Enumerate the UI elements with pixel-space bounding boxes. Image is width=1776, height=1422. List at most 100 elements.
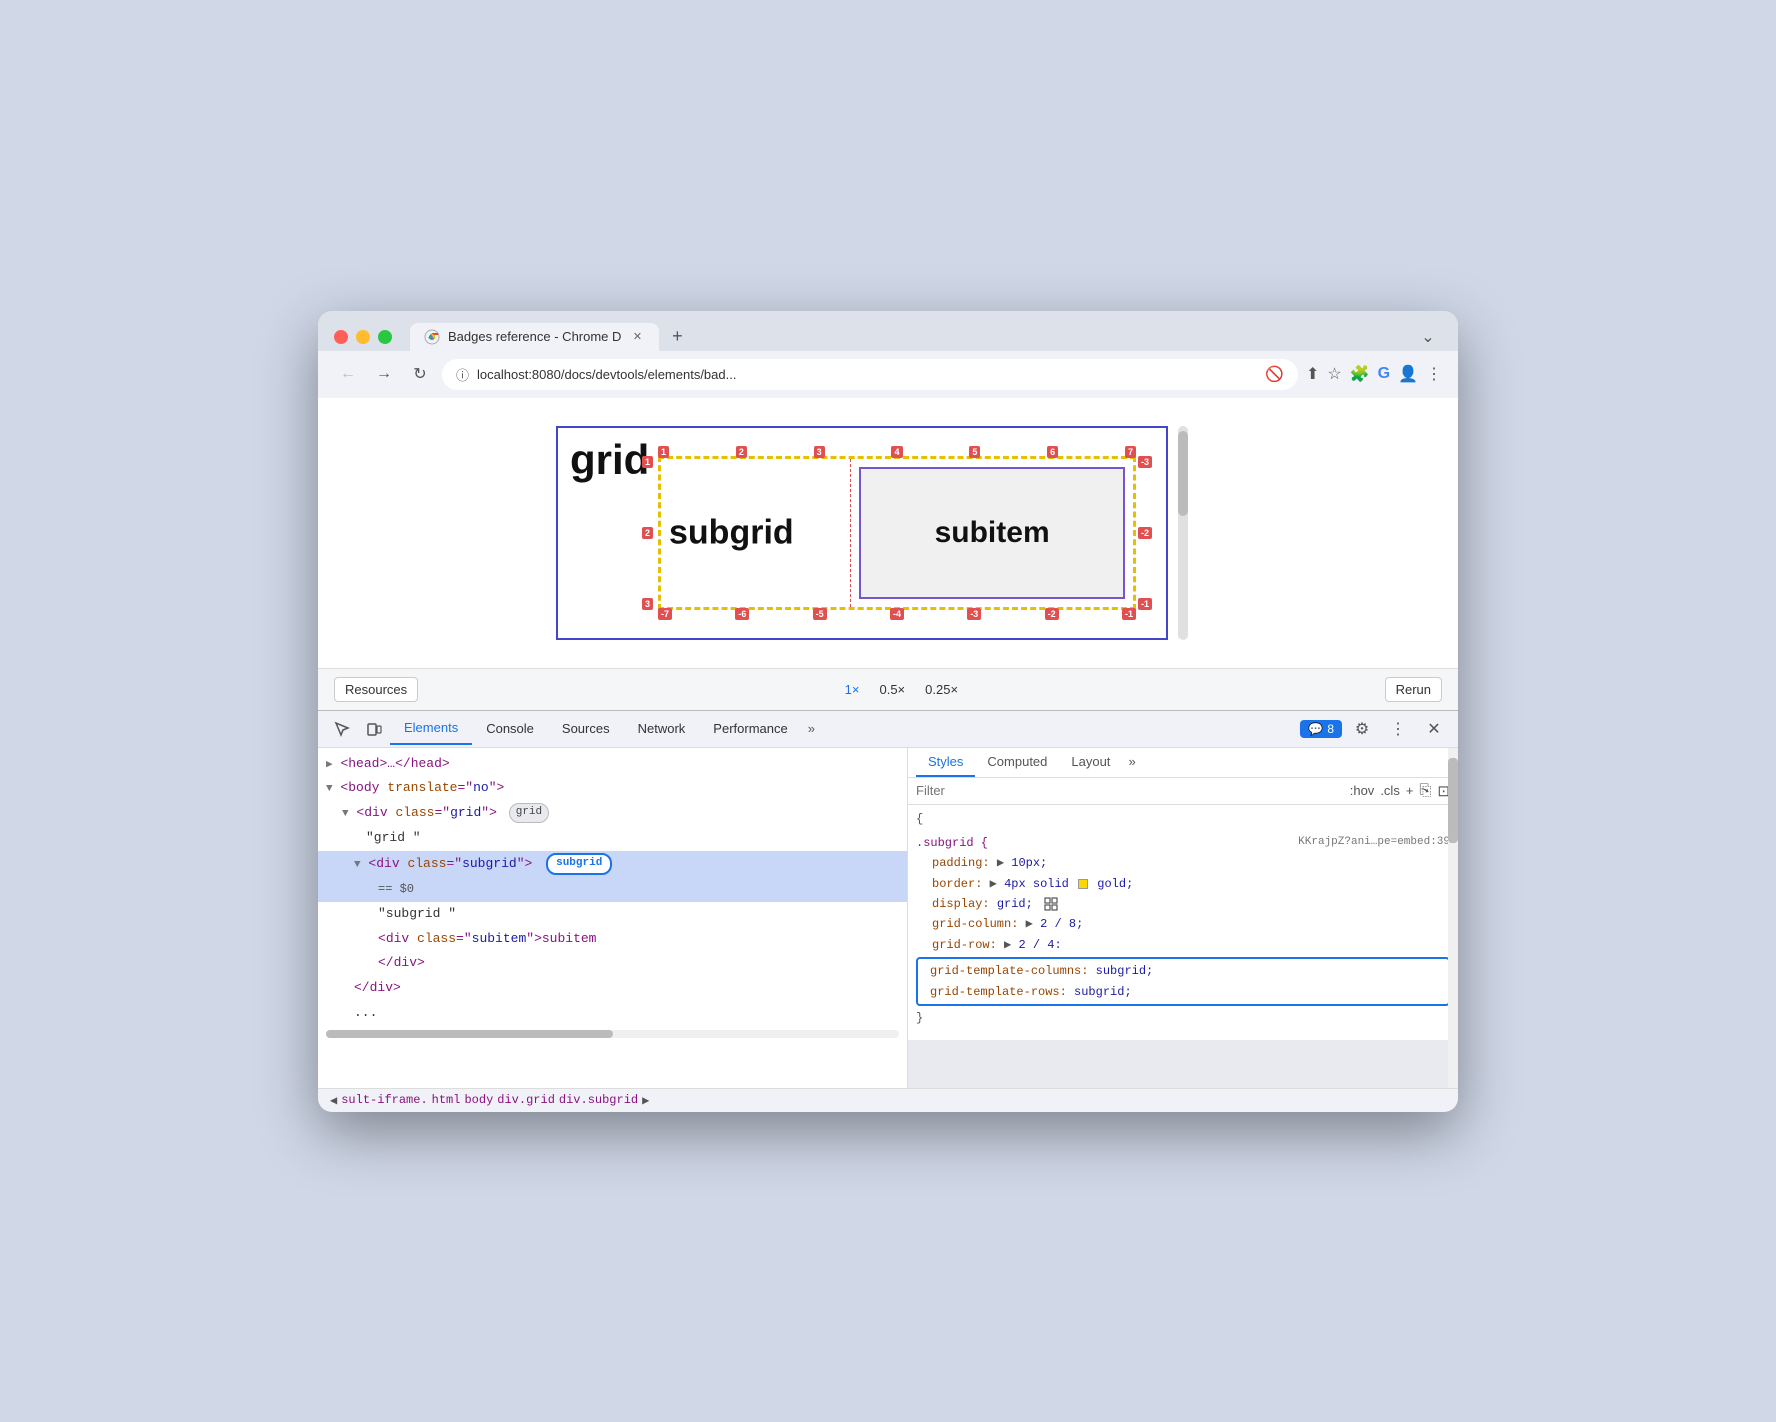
cls-filter[interactable]: .cls (1380, 783, 1400, 798)
elements-line-10: ... (318, 1001, 907, 1026)
css-grid-template-cols: grid-template-columns: subgrid; (922, 961, 1444, 981)
cursor-icon (334, 721, 350, 737)
elements-line-4: "grid " (318, 826, 907, 851)
grid-icon[interactable] (1044, 897, 1058, 911)
device-toolbar-button[interactable] (358, 711, 390, 747)
num-6: 6 (1047, 446, 1058, 458)
more-tabs-button[interactable]: » (802, 713, 821, 744)
num-neg4: -4 (890, 608, 904, 620)
scrollbar-thumb (1178, 431, 1188, 517)
top-numbers: 1 2 3 4 5 6 7 (658, 446, 1136, 458)
css-grid-template-rows: grid-template-rows: subgrid; (922, 982, 1444, 1002)
devtools-panel: Elements Console Sources Network Perform… (318, 710, 1458, 1112)
tab-sources[interactable]: Sources (548, 713, 624, 744)
extensions-button[interactable]: 🧩 (1350, 364, 1370, 384)
url-text: localhost:8080/docs/devtools/elements/ba… (477, 367, 736, 382)
breadcrumb-body[interactable]: body (464, 1093, 493, 1107)
num-neg2: -2 (1045, 608, 1059, 620)
elements-line-7: <div class="subitem">subitem (318, 927, 907, 952)
settings-button[interactable]: ⚙ (1346, 713, 1378, 745)
styles-scrollbar-thumb (1448, 758, 1458, 843)
tab-more-button[interactable]: ⌄ (1414, 323, 1442, 351)
styles-content: { .subgrid { KKrajpZ?ani…pe=embed:39 pad… (908, 805, 1458, 1041)
active-tab[interactable]: Badges reference - Chrome D ✕ (410, 323, 659, 351)
subitem-label: subitem (935, 516, 1050, 550)
close-devtools-button[interactable]: ✕ (1418, 713, 1450, 745)
copy-styles-button[interactable]: ⎘ (1419, 782, 1431, 799)
elements-line-5[interactable]: ▼ <div class="subgrid"> subgrid (318, 851, 907, 877)
breadcrumb-divsubgrid[interactable]: div.subgrid (559, 1093, 638, 1107)
url-actions: 🚫 (1265, 365, 1284, 383)
filter-input[interactable] (916, 783, 1342, 798)
styles-filter-bar: :hov .cls + ⎘ ⊡ (908, 778, 1458, 805)
camera-off-icon[interactable]: 🚫 (1265, 365, 1284, 383)
elements-line-1: ▶ <head>…</head> (318, 752, 907, 777)
url-bar[interactable]: ⓘ localhost:8080/docs/devtools/elements/… (442, 359, 1298, 390)
new-tab-button[interactable]: + (663, 323, 691, 351)
tab-bar: Badges reference - Chrome D ✕ + ⌄ (410, 323, 1442, 351)
tab-styles[interactable]: Styles (916, 748, 975, 777)
bookmark-button[interactable]: ☆ (1327, 364, 1341, 384)
num-3: 3 (814, 446, 825, 458)
subitem-box: subitem (859, 467, 1125, 599)
tab-computed[interactable]: Computed (975, 748, 1059, 777)
grid-label: grid (570, 436, 649, 484)
tab-console[interactable]: Console (472, 713, 548, 744)
tab-network[interactable]: Network (624, 713, 700, 744)
badge-count: 8 (1327, 722, 1334, 736)
breadcrumb-next-button[interactable]: ▶ (642, 1093, 649, 1108)
maximize-button[interactable] (378, 330, 392, 344)
zoom-controls: 1× 0.5× 0.25× (839, 680, 964, 699)
forward-button[interactable]: → (370, 360, 398, 388)
share-button[interactable]: ⬆ (1306, 364, 1319, 384)
zoom-1x-button[interactable]: 1× (839, 680, 866, 699)
breadcrumb-html[interactable]: html (432, 1093, 461, 1107)
zoom-05x-button[interactable]: 0.5× (873, 680, 911, 699)
subgrid-badge: subgrid (546, 853, 612, 875)
styles-panel-wrap: Styles Computed Layout » :hov .cls + ⎘ (908, 748, 1458, 1088)
google-g-button[interactable]: G (1378, 365, 1390, 383)
add-style-button[interactable]: + (1406, 783, 1414, 798)
back-button[interactable]: ← (334, 360, 362, 388)
menu-button[interactable]: ⋮ (1426, 364, 1442, 384)
expand-grid-row[interactable]: ▶ (1004, 938, 1018, 952)
zoom-025x-button[interactable]: 0.25× (919, 680, 964, 699)
styles-tab-bar: Styles Computed Layout » (908, 748, 1458, 778)
styles-scrollbar[interactable] (1448, 748, 1458, 1088)
tab-close-button[interactable]: ✕ (629, 329, 645, 345)
color-swatch-gold[interactable] (1078, 879, 1088, 889)
reload-button[interactable]: ↻ (406, 360, 434, 388)
num-7: 7 (1125, 446, 1136, 458)
expand-border[interactable]: ▶ (990, 877, 1004, 891)
breadcrumb-iframe[interactable]: sult-iframe. (341, 1093, 427, 1107)
tab-title: Badges reference - Chrome D (448, 329, 621, 344)
num-neg3: -3 (967, 608, 981, 620)
elements-line-2: ▼ <body translate="no"> (318, 776, 907, 801)
grid-visualization: grid subgrid subitem 1 (548, 418, 1228, 648)
tab-elements[interactable]: Elements (390, 712, 472, 745)
num-neg1: -1 (1122, 608, 1136, 620)
num-4: 4 (891, 446, 902, 458)
breadcrumb-prev-button[interactable]: ◀ (330, 1093, 337, 1108)
elements-scrollbar[interactable] (326, 1030, 899, 1038)
more-style-tabs[interactable]: » (1122, 748, 1141, 777)
expand-padding[interactable]: ▶ (997, 856, 1011, 870)
elements-panel: ▶ <head>…</head> ▼ <body translate="no">… (318, 748, 908, 1088)
minimize-button[interactable] (356, 330, 370, 344)
expand-grid-col[interactable]: ▶ (1026, 917, 1040, 931)
rerun-button[interactable]: Rerun (1385, 677, 1442, 702)
devtools-actions: 💬 8 ⚙ ⋮ ✕ (1300, 713, 1450, 745)
css-selector: .subgrid { (916, 836, 988, 850)
resources-button[interactable]: Resources (334, 677, 418, 702)
breadcrumb-divgrid[interactable]: div.grid (497, 1093, 555, 1107)
more-options-button[interactable]: ⋮ (1382, 713, 1414, 745)
inspect-element-button[interactable] (326, 711, 358, 747)
page-scrollbar[interactable] (1178, 426, 1188, 640)
hov-filter[interactable]: :hov (1350, 783, 1375, 798)
profile-button[interactable]: 👤 (1398, 364, 1418, 384)
num-neg6: -6 (735, 608, 749, 620)
close-button[interactable] (334, 330, 348, 344)
tab-layout[interactable]: Layout (1059, 748, 1122, 777)
tab-performance[interactable]: Performance (699, 713, 801, 744)
issues-badge[interactable]: 💬 8 (1300, 720, 1342, 738)
